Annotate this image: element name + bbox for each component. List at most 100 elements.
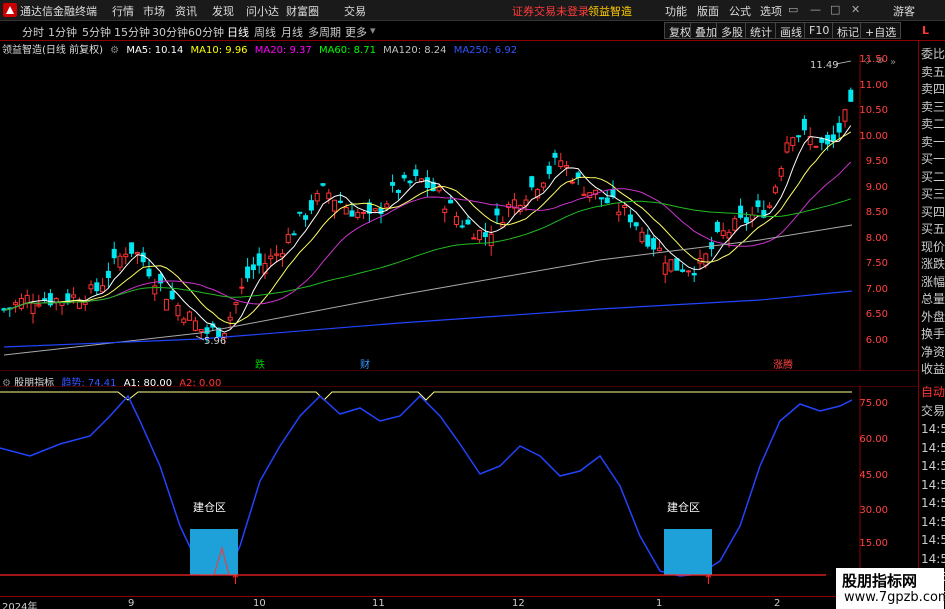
quote-field-label: 买二 xyxy=(921,169,945,184)
period-toolbar: 分时 1分钟 5分钟 15分钟 30分钟 60分钟 日线 周线 月线 多周期 更… xyxy=(0,21,945,41)
minimize-icon[interactable]: ▭ xyxy=(788,3,798,16)
quote-side-panel: 委比 卖五 卖四 卖三 卖二 卖一 买一 买二 买三 买四 买五 现价 涨跌 涨幅 总量 外盘 换手 净资 收益 自动… xyxy=(918,41,945,609)
period-5min[interactable]: 5分钟 xyxy=(82,24,111,40)
tick-time-label: 14:56 xyxy=(921,496,945,510)
candle-body xyxy=(564,165,570,168)
candle-body xyxy=(424,177,430,188)
period-more[interactable]: 更多 xyxy=(345,24,367,40)
period-60min[interactable]: 60分钟 xyxy=(188,24,224,40)
candle-body xyxy=(198,328,204,332)
menu-wealth[interactable]: 财富圈 xyxy=(286,3,319,19)
login-notice[interactable]: 证券交易未登录 xyxy=(512,3,589,19)
candle-body xyxy=(279,253,285,258)
candle-body xyxy=(755,200,761,208)
buy-zone-box xyxy=(664,529,712,575)
date-axis: 2024年 9 10 11 12 1 2 xyxy=(0,596,918,609)
event-marker-finance[interactable]: 财 xyxy=(360,358,370,371)
menu-market-quotes[interactable]: 行情 xyxy=(112,3,134,19)
candle-body xyxy=(76,301,82,309)
candle-body xyxy=(82,301,88,305)
candle-body xyxy=(668,259,674,272)
tick-time-label: 14:56 xyxy=(921,459,945,473)
period-intraday[interactable]: 分时 xyxy=(22,24,44,40)
period-multi[interactable]: 多周期 xyxy=(308,24,341,40)
candle-body xyxy=(361,211,367,214)
candle-body xyxy=(720,230,726,236)
menu-market[interactable]: 市场 xyxy=(143,3,165,19)
candle-body xyxy=(18,298,24,309)
stats-button[interactable]: 统计 xyxy=(745,22,777,39)
period-30min[interactable]: 30分钟 xyxy=(152,24,188,40)
candle-body xyxy=(540,182,546,188)
multi-stock-button[interactable]: 多股 xyxy=(716,22,748,39)
draw-button[interactable]: 画线 xyxy=(775,22,807,39)
price-tick: 8.50 xyxy=(866,207,888,218)
quote-field-label: 卖四 xyxy=(921,82,945,96)
period-15min[interactable]: 15分钟 xyxy=(114,24,150,40)
indicator-chart[interactable]: 75.00 60.00 45.00 30.00 15.00 建仓区 建仓区 ↑ … xyxy=(0,386,918,596)
menu-news[interactable]: 资讯 xyxy=(175,3,197,19)
candle-body xyxy=(622,205,628,209)
candle-body xyxy=(633,222,639,227)
ma5-line xyxy=(3,125,852,333)
candle-body xyxy=(796,135,802,138)
candle-body xyxy=(743,217,749,223)
candle-body xyxy=(343,207,349,215)
l-label[interactable]: L xyxy=(922,24,929,37)
candle-body xyxy=(384,203,390,208)
add-favorite-button[interactable]: +自选 xyxy=(860,22,902,39)
tick-time-label: 14:56 xyxy=(921,514,945,529)
price-chart[interactable]: ◇ ⊗ » 11.50 11.00 10.50 10.00 9.50 9.00 … xyxy=(0,55,918,371)
notice-stock[interactable]: 领益智造 xyxy=(588,3,632,19)
candle-body xyxy=(227,316,233,321)
menu-function[interactable]: 功能 xyxy=(665,3,687,19)
menu-trade[interactable]: 交易 xyxy=(344,3,366,19)
maximize-icon[interactable]: □ xyxy=(830,3,840,16)
guest-label[interactable]: 游客 xyxy=(893,3,915,19)
candle-body xyxy=(308,200,314,211)
candle-body xyxy=(250,264,256,271)
candle-body xyxy=(732,218,738,231)
menu-ask[interactable]: 问小达 xyxy=(246,3,279,19)
date-label: 1 xyxy=(656,598,663,609)
minimize-button-icon[interactable]: — xyxy=(810,3,821,16)
candle-body xyxy=(488,233,494,247)
quote-field-label: 涨幅 xyxy=(921,274,945,289)
menu-formula[interactable]: 公式 xyxy=(729,3,751,19)
watermark-title: 股朋指标网 xyxy=(842,572,918,590)
low-price-label: 5.96 xyxy=(204,336,226,347)
candle-body xyxy=(129,242,135,254)
candle-body xyxy=(355,211,361,218)
period-weekly[interactable]: 周线 xyxy=(254,24,276,40)
high-price-label: 11.49 xyxy=(810,60,839,71)
candle-body xyxy=(169,290,175,300)
candle-body xyxy=(285,234,291,244)
event-marker-drop[interactable]: 跌 xyxy=(255,358,265,371)
collapse-icon[interactable]: » xyxy=(890,57,896,68)
candle-body xyxy=(691,272,697,276)
period-monthly[interactable]: 月线 xyxy=(281,24,303,40)
menu-options[interactable]: 选项 xyxy=(760,3,782,19)
f10-button[interactable]: F10 xyxy=(804,22,835,39)
candle-body xyxy=(598,197,604,200)
candle-body xyxy=(494,208,500,216)
price-tick: 11.50 xyxy=(859,55,888,65)
more-chevron-icon[interactable]: ▾ xyxy=(370,24,376,37)
candle-body xyxy=(390,182,396,186)
menu-discover[interactable]: 发现 xyxy=(212,3,234,19)
menu-layout[interactable]: 版面 xyxy=(697,3,719,19)
price-tick: 7.50 xyxy=(866,258,888,269)
candle-body xyxy=(436,186,442,192)
candle-body xyxy=(349,210,355,217)
period-daily[interactable]: 日线 xyxy=(227,24,249,40)
buy-zone-label: 建仓区 xyxy=(193,500,226,514)
event-marker-rise[interactable]: 涨腾 xyxy=(773,358,793,371)
quote-field-label: 买三 xyxy=(921,187,945,201)
candle-body xyxy=(274,253,280,256)
period-1min[interactable]: 1分钟 xyxy=(48,24,77,40)
close-icon[interactable]: ✕ xyxy=(851,3,860,16)
candle-body xyxy=(337,200,343,203)
app-title: 通达信金融终端 xyxy=(20,5,97,18)
trade-mode-label[interactable]: 自动 xyxy=(921,385,945,400)
candle-body xyxy=(175,304,181,317)
